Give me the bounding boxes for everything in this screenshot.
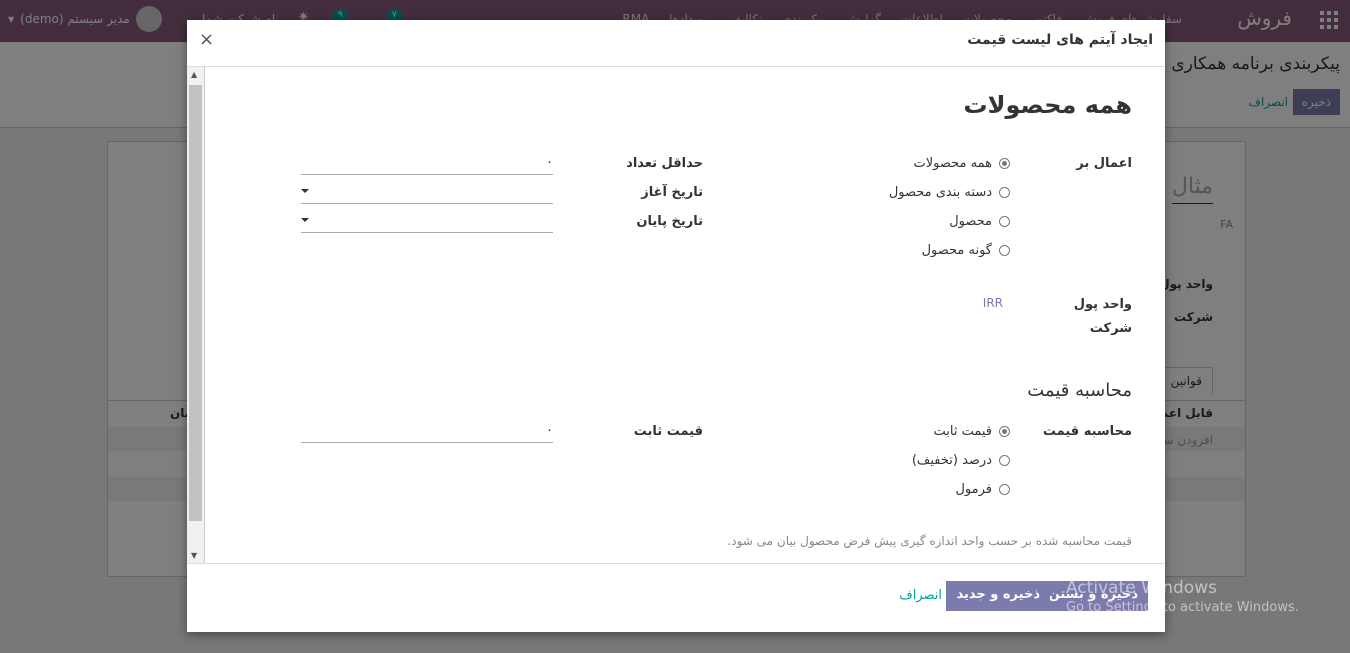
windows-activation-watermark: Activate Windows Go to Settings to activ… [1066,578,1299,615]
radio-icon[interactable] [999,187,1010,198]
compute-price-label: محاسبه قیمت [1042,424,1132,439]
modal-footer: ذخیره و بستن ذخیره و جدید انصراف [187,563,1165,632]
modal-header: ایجاد آیتم های لیست قیمت × [187,20,1165,67]
date-end-input[interactable] [301,209,553,233]
radio-icon[interactable] [999,245,1010,256]
currency-value[interactable]: IRR [983,296,1003,310]
radio-percentage[interactable]: درصد (تخفیف) [912,453,1010,468]
help-text: قیمت محاسبه شده بر حسب واحد اندازه گیری … [727,534,1132,548]
price-section-heading: محاسبه قیمت [1027,380,1132,401]
radio-product[interactable]: محصول [949,214,1010,229]
modal-body: همه محصولات اعمال بر همه محصولات دسته بن… [205,67,1165,563]
scroll-thumb[interactable] [189,85,202,521]
radio-icon[interactable] [999,216,1010,227]
form-heading: همه محصولات [963,91,1132,119]
radio-checked-icon[interactable] [999,158,1010,169]
min-qty-input[interactable]: ۰ [301,151,553,175]
fixed-price-input[interactable]: ۰ [301,419,553,443]
close-icon[interactable]: × [199,29,214,50]
modal-title: ایجاد آیتم های لیست قیمت [967,32,1153,48]
save-new-button[interactable]: ذخیره و جدید [946,581,1050,611]
radio-icon[interactable] [999,484,1010,495]
scroll-up-icon[interactable]: ▲ [191,70,197,79]
scroll-down-icon[interactable]: ▼ [191,551,197,560]
radio-product-variant[interactable]: گونه محصول [922,243,1010,258]
caret-down-icon[interactable] [301,218,309,222]
fixed-price-label: قیمت ثابت [633,424,703,439]
radio-fixed-price[interactable]: قیمت ثابت [933,424,1010,439]
radio-checked-icon[interactable] [999,426,1010,437]
pricelist-item-dialog: ایجاد آیتم های لیست قیمت × ▲ ▼ همه محصول… [187,20,1165,632]
radio-formula[interactable]: فرمول [955,482,1010,497]
scrollbar[interactable]: ▲ ▼ [187,67,205,563]
min-qty-label: حداقل تعداد [626,156,703,171]
company-label: شرکت [1089,321,1132,336]
radio-all-products[interactable]: همه محصولات [914,156,1010,171]
radio-icon[interactable] [999,455,1010,466]
caret-down-icon[interactable] [301,189,309,193]
date-start-input[interactable] [301,180,553,204]
radio-product-category[interactable]: دسته بندی محصول [889,185,1010,200]
cancel-button[interactable]: انصراف [899,588,942,603]
date-start-label: تاریخ آغاز [641,185,703,200]
apply-on-label: اعمال بر [1076,156,1132,171]
date-end-label: تاریخ پایان [636,214,703,229]
currency-label: واحد پول [1073,297,1132,312]
